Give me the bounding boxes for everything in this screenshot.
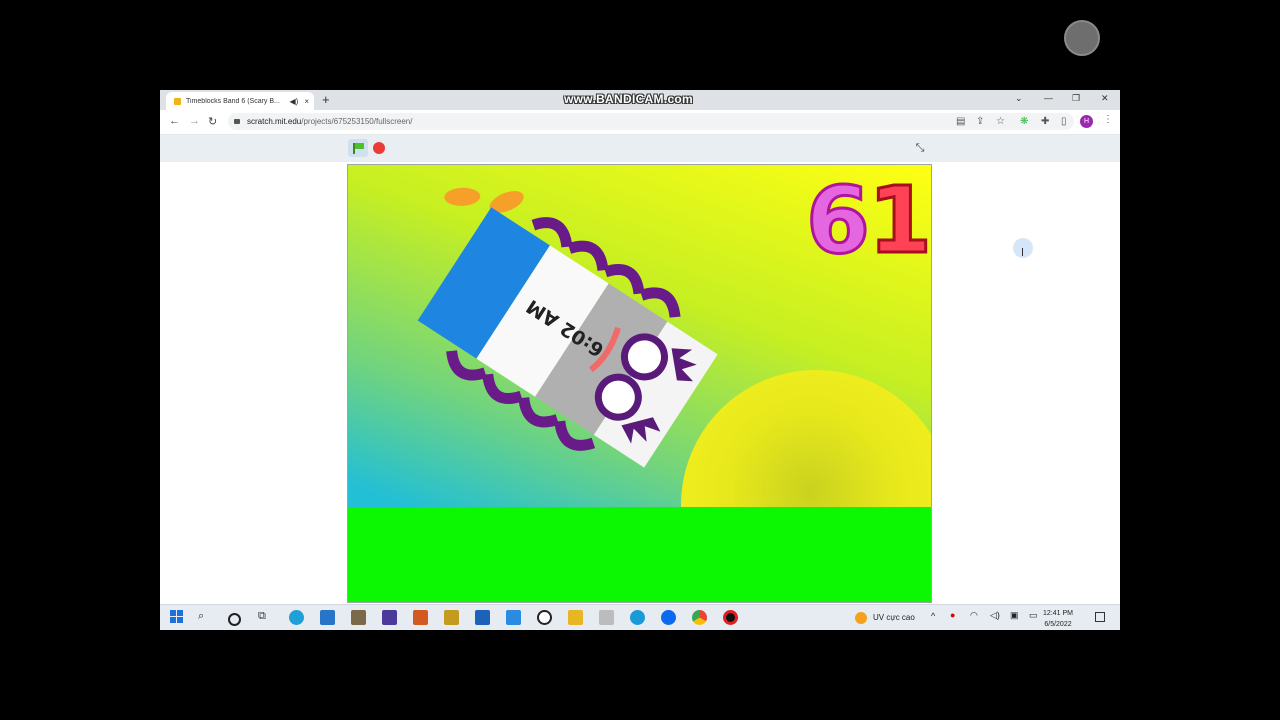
screen: Timeblocks Band 6 (Scary B... ◀) × + www… xyxy=(160,90,1120,630)
counter-ones-digit: 1 xyxy=(867,167,931,274)
side-panel-icon[interactable]: ▯ xyxy=(1061,116,1067,127)
tray-app-icon[interactable]: ▣ xyxy=(1010,610,1019,621)
taskbar-app-squad-icon[interactable] xyxy=(382,610,397,625)
taskbar-app-dell-logo-icon[interactable] xyxy=(537,610,552,625)
address-bar[interactable]: scratch.mit.edu/projects/675253150/fulls… xyxy=(228,113,1074,130)
network-icon[interactable]: ◠ xyxy=(970,610,978,621)
taskbar-app-photos-icon[interactable] xyxy=(289,610,304,625)
cortana-icon[interactable] xyxy=(228,613,241,626)
new-tab-button[interactable]: + xyxy=(322,93,330,107)
notifications-icon[interactable] xyxy=(1095,612,1105,622)
task-view-icon[interactable]: ⧉ xyxy=(258,610,273,625)
extensions-puzzle-icon[interactable]: ✚ xyxy=(1041,116,1049,127)
taskbar-app-zalo-icon[interactable] xyxy=(661,610,676,625)
restore-button[interactable]: ❐ xyxy=(1072,93,1080,104)
taskbar-app-mail-icon[interactable] xyxy=(506,610,521,625)
url-path: /projects/675253150/fullscreen/ xyxy=(301,117,413,126)
recording-indicator xyxy=(1064,20,1100,56)
clock-date: 6/5/2022 xyxy=(1044,621,1072,628)
translate-icon[interactable]: ▤ xyxy=(956,116,965,127)
tray-overflow-button[interactable]: ^ xyxy=(931,611,935,621)
taskbar-app-store-icon[interactable] xyxy=(475,610,490,625)
scratch-stage[interactable]: 6:02 AM 61 xyxy=(347,164,932,603)
minimize-button[interactable]: — xyxy=(1044,93,1053,103)
battery-icon[interactable]: ▭ xyxy=(1029,610,1038,621)
windows-taskbar: ⌕ ⧉ UV cực cao ^ ● ◠ ◁) ▣ ▭ 12:41 PM 6/5… xyxy=(160,604,1120,630)
speaker-icon[interactable]: ◀) xyxy=(290,97,299,106)
taskbar-app-files-icon[interactable] xyxy=(568,610,583,625)
profile-avatar[interactable]: H xyxy=(1080,115,1093,128)
system-clock[interactable]: 12:41 PM 6/5/2022 xyxy=(1043,608,1073,630)
bookmark-star-icon[interactable]: ☆ xyxy=(996,116,1005,127)
weather-icon[interactable] xyxy=(855,612,867,624)
block-counter: 61 xyxy=(804,173,931,268)
back-button[interactable]: ← xyxy=(169,115,180,127)
browser-toolbar: ← → ↻ scratch.mit.edu/projects/675253150… xyxy=(160,110,1120,135)
share-icon[interactable]: ⇪ xyxy=(976,116,984,127)
taskbar-app-chrome-icon[interactable] xyxy=(692,610,707,625)
taskbar-app-dell-icon[interactable] xyxy=(320,610,335,625)
browser-menu-button[interactable]: ⋮ xyxy=(1103,114,1113,125)
bandicam-watermark: www.BANDICAM.com xyxy=(564,92,694,106)
scratch-controls-bar: ⤡ xyxy=(160,135,1120,162)
close-window-button[interactable]: ✕ xyxy=(1101,93,1109,104)
taskbar-app-bandicam-icon[interactable] xyxy=(723,610,738,625)
scratch-favicon-icon xyxy=(174,97,181,105)
url-domain: scratch.mit.edu xyxy=(247,117,302,126)
forward-button[interactable]: → xyxy=(189,115,200,127)
green-flag-icon[interactable] xyxy=(348,139,368,157)
volume-icon[interactable]: ◁) xyxy=(990,610,1000,621)
reload-button[interactable]: ↻ xyxy=(208,115,217,128)
tab-title: Timeblocks Band 6 (Scary B... xyxy=(186,97,280,105)
taskbar-app-folder-icon[interactable] xyxy=(444,610,459,625)
clock-time: 12:41 PM xyxy=(1043,610,1073,617)
exit-fullscreen-button[interactable]: ⤡ xyxy=(910,139,930,157)
browser-tab[interactable]: Timeblocks Band 6 (Scary B... ◀) × xyxy=(166,92,314,110)
weather-text[interactable]: UV cực cao xyxy=(873,613,915,622)
tab-close-button[interactable]: × xyxy=(304,97,309,106)
tab-strip: Timeblocks Band 6 (Scary B... ◀) × + www… xyxy=(160,90,1120,110)
taskbar-app-game-icon[interactable] xyxy=(413,610,428,625)
tab-search-button[interactable]: ⌄ xyxy=(1015,93,1023,104)
taskbar-app-tools-icon[interactable] xyxy=(599,610,614,625)
mouse-cursor-icon xyxy=(1022,248,1029,256)
taskbar-app-paint-icon[interactable] xyxy=(351,610,366,625)
counter-tens-digit: 6 xyxy=(804,167,871,274)
search-icon[interactable]: ⌕ xyxy=(198,610,213,625)
extension-icon[interactable]: ❋ xyxy=(1020,116,1028,127)
lock-icon[interactable] xyxy=(234,119,240,124)
stop-sign-icon[interactable] xyxy=(373,142,385,154)
taskbar-app-edge-icon[interactable] xyxy=(630,610,645,625)
tray-record-icon[interactable]: ● xyxy=(950,610,955,620)
windows-start-icon[interactable] xyxy=(170,610,185,625)
